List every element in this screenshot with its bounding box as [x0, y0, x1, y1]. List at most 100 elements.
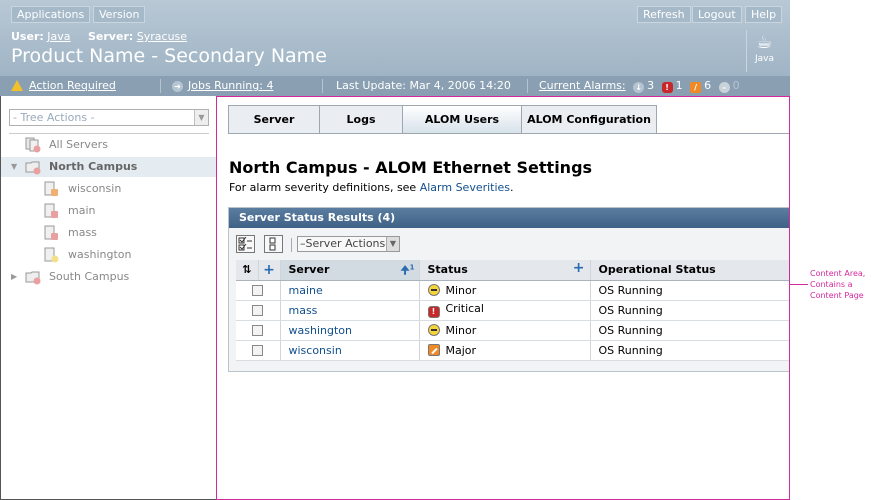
server-link[interactable]: Syracuse [137, 30, 187, 43]
critical-alarm-count: 1 [675, 79, 683, 92]
minor-alarm-count: 0 [732, 79, 740, 92]
alarm-severities-link[interactable]: Alarm Severities [420, 181, 510, 194]
server-link[interactable]: wisconsin [289, 344, 342, 357]
tree-item-main[interactable]: main [1, 201, 216, 221]
logout-button[interactable]: Logout [692, 6, 742, 23]
server-label: Server: [88, 30, 134, 43]
status-text: Major [445, 343, 477, 357]
tree-item-north-campus[interactable]: ▼ North Campus [1, 157, 216, 177]
applications-button[interactable]: Applications [11, 6, 91, 23]
server-icon [43, 247, 59, 263]
minor-severity-icon [427, 283, 440, 296]
expanded-icon[interactable]: ▼ [11, 157, 17, 177]
collapsed-icon[interactable]: ▶ [11, 267, 17, 287]
help-button[interactable]: Help [745, 6, 783, 23]
java-logo-text: Java [754, 54, 774, 64]
annotation-line-1: Content Area, [810, 269, 866, 278]
navigation-tree-pane: - Tree Actions - ▼ All Servers ▼ North C… [0, 96, 216, 500]
column-header-operational-status[interactable]: Operational Status [590, 260, 789, 281]
operational-status: OS Running [590, 300, 789, 321]
annotation-line-3: Content Page [810, 291, 864, 300]
current-alarms: Current Alarms: ↓ 3 ! 1 /6 –0 [539, 79, 740, 93]
minor-severity-icon [427, 323, 440, 336]
user-link[interactable]: Java [47, 30, 70, 43]
help-text: For alarm severity definitions, see Alar… [229, 181, 514, 194]
column-header-server[interactable]: Server 🠉1 [280, 260, 420, 281]
column-status-label: Status [427, 263, 468, 277]
help-text-prefix: For alarm severity definitions, see [229, 181, 420, 194]
dropdown-arrow-icon: ▼ [386, 237, 399, 251]
major-alarm-icon: / [690, 82, 702, 93]
user-label: User: [11, 30, 44, 43]
server-link[interactable]: washington [289, 324, 352, 337]
operational-status: OS Running [590, 320, 789, 341]
minor-alarm-icon: – [718, 82, 730, 93]
table-header-row: ⇅ + Server 🠉1 Status + Operational Statu… [236, 260, 789, 281]
sort-toggle-icon[interactable]: ⇅ [236, 260, 259, 281]
table-row: mass ! Critical OS Running [236, 300, 789, 321]
row-checkbox[interactable] [252, 305, 263, 316]
annotation-leader-line [790, 284, 808, 285]
server-actions-select[interactable]: –Server Actions– ▼ [297, 236, 400, 252]
refresh-button[interactable]: Refresh [637, 6, 691, 23]
dropdown-arrow-icon: ▼ [194, 110, 208, 125]
server-table: ⇅ + Server 🠉1 Status + Operational Statu… [236, 260, 789, 361]
java-cup-icon: ☕ [756, 32, 773, 53]
row-checkbox[interactable] [252, 325, 263, 336]
user-server-info: User: Java Server: Syracuse [11, 30, 187, 43]
warning-icon [11, 80, 23, 91]
tree-item-mass[interactable]: mass [1, 223, 216, 243]
add-sort-icon[interactable]: + [258, 260, 281, 281]
tab-alom-users[interactable]: ALOM Users [402, 105, 522, 134]
status-text: Minor [445, 323, 477, 337]
status-text: Critical [445, 302, 484, 315]
table-title: Server Status Results (4) [229, 208, 789, 228]
sort-ascending-icon: 🠉1 [400, 263, 415, 277]
product-name: Product Name - Secondary Name [11, 45, 327, 67]
down-alarm-count: 3 [647, 79, 655, 92]
folder-icon [25, 269, 41, 285]
server-icon [43, 181, 59, 197]
tab-alom-configuration[interactable]: ALOM Configuration [521, 105, 657, 134]
version-button[interactable]: Version [93, 6, 146, 23]
server-link[interactable]: maine [289, 284, 323, 297]
java-logo: ☕ Java [746, 30, 782, 72]
status-bar: Action Required ➜ Jobs Running: 4 Last Up… [0, 76, 790, 96]
critical-severity-icon: ! [427, 306, 440, 318]
server-actions-label: –Server Actions– [300, 237, 391, 250]
tab-logs[interactable]: Logs [319, 105, 403, 134]
jobs-running[interactable]: ➜ Jobs Running: 4 [172, 79, 273, 92]
action-required-link[interactable]: Action Required [29, 79, 116, 92]
column-header-status[interactable]: Status + [419, 260, 591, 281]
status-text: Minor [445, 283, 477, 297]
tree-item-south-campus[interactable]: ▶ South Campus [1, 267, 216, 287]
action-required[interactable]: Action Required [11, 79, 116, 92]
server-link[interactable]: mass [289, 304, 318, 317]
server-icon [43, 225, 59, 241]
tree-item-wisconsin[interactable]: wisconsin [1, 179, 216, 199]
tree-actions-label: - Tree Actions - [13, 111, 95, 124]
current-alarms-link[interactable]: Current Alarms: [539, 79, 626, 92]
tree-item-washington[interactable]: washington [1, 245, 216, 265]
critical-alarm-icon: ! [661, 82, 673, 93]
deselect-all-button[interactable] [264, 235, 283, 253]
folder-icon [25, 159, 41, 175]
server-status-table: Server Status Results (4) –Server Action… [228, 207, 789, 372]
page-title: North Campus - ALOM Ethernet Settings [229, 158, 593, 177]
arrow-circle-icon: ➜ [172, 81, 183, 92]
tab-server[interactable]: Server [228, 105, 320, 134]
major-alarm-count: 6 [704, 79, 712, 92]
add-sort-icon[interactable]: + [573, 260, 585, 276]
content-area: Server Logs ALOM Users ALOM Configuratio… [216, 96, 790, 500]
select-all-button[interactable] [236, 235, 255, 253]
tree-actions-select[interactable]: - Tree Actions - ▼ [9, 109, 209, 126]
tree-item-all-servers[interactable]: All Servers [1, 135, 216, 155]
row-checkbox[interactable] [252, 345, 263, 356]
column-server-label: Server [288, 263, 330, 277]
last-update: Last Update: Mar 4, 2006 14:20 [336, 79, 511, 92]
sort-order-number: 1 [409, 263, 415, 272]
jobs-running-link[interactable]: Jobs Running: 4 [188, 79, 273, 92]
row-checkbox[interactable] [252, 285, 263, 296]
server-group-icon [25, 137, 41, 153]
annotation-line-2: Contains a [810, 280, 853, 289]
